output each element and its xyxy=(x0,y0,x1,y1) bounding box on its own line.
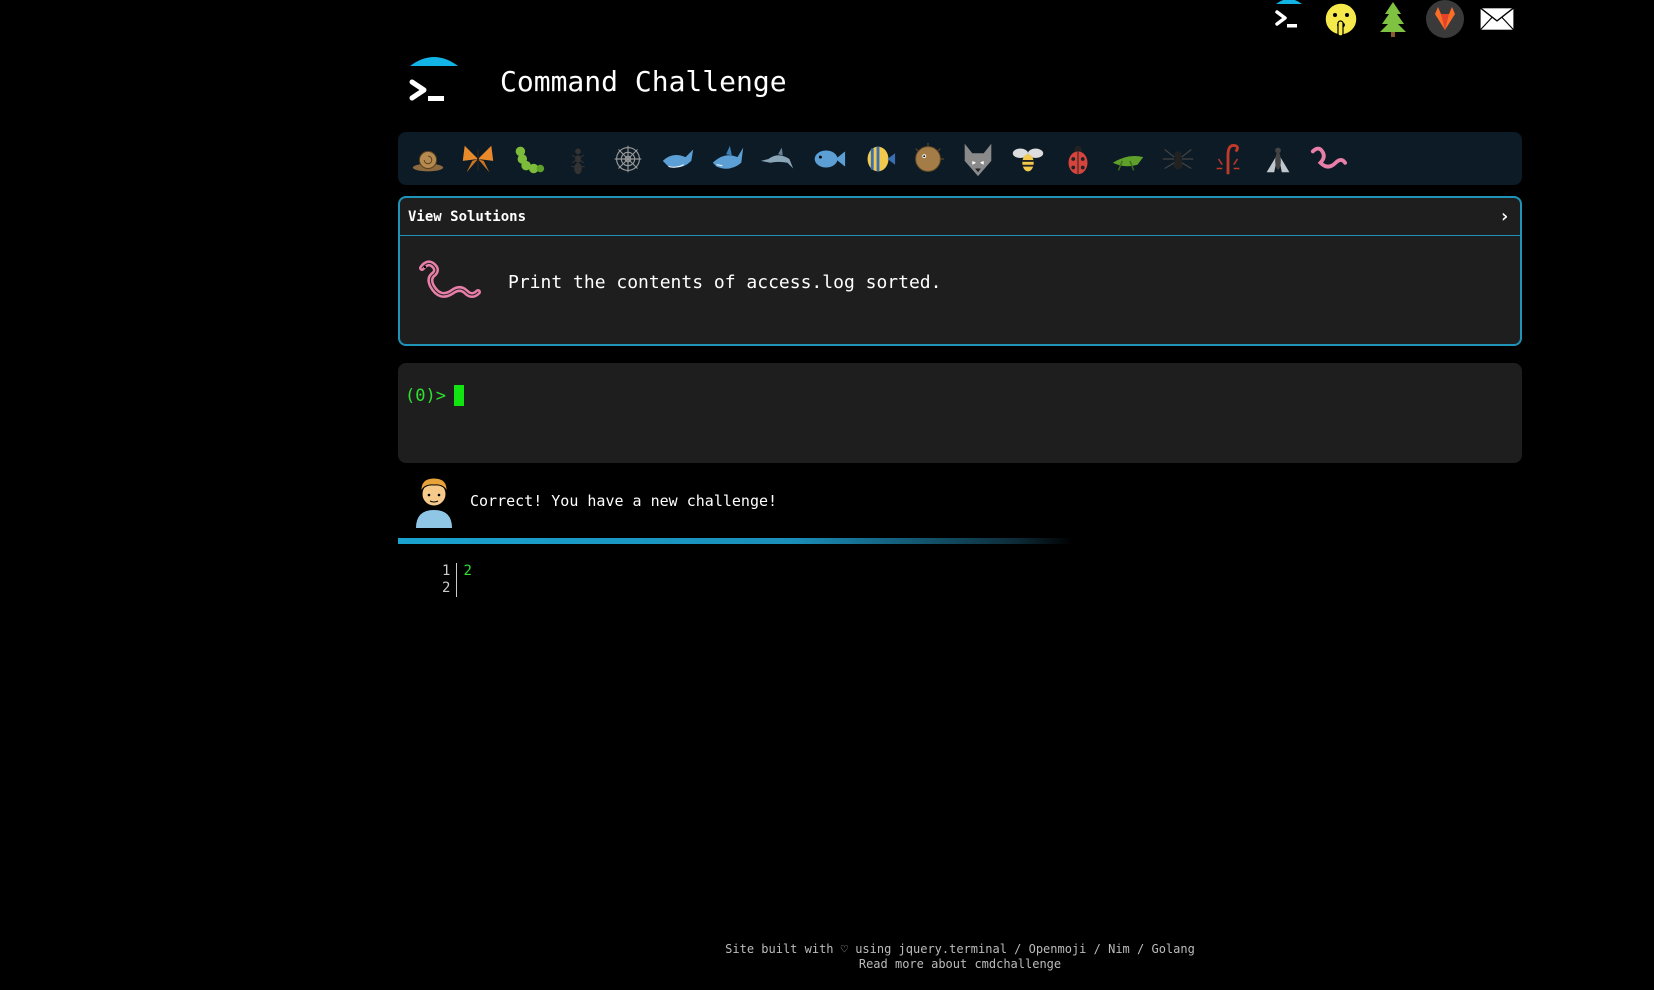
level-fish-icon[interactable] xyxy=(808,139,848,179)
level-blowfish-icon[interactable] xyxy=(908,139,948,179)
level-cricket-icon[interactable] xyxy=(1108,139,1148,179)
site-header: Command Challenge xyxy=(408,56,787,106)
terminal-cursor xyxy=(453,385,464,406)
footer-link-golang[interactable]: Golang xyxy=(1151,942,1194,956)
status-message: Correct! You have a new challenge! xyxy=(412,474,777,528)
view-solutions-toggle[interactable]: View Solutions › xyxy=(400,198,1520,236)
terminal[interactable]: (0)> xyxy=(398,363,1522,463)
level-snail-icon[interactable] xyxy=(408,139,448,179)
level-wolf-icon[interactable] xyxy=(958,139,998,179)
level-shark-icon[interactable] xyxy=(708,139,748,179)
level-worm-icon[interactable] xyxy=(1308,139,1348,179)
terminal-icon[interactable] xyxy=(1270,0,1308,38)
challenge-body: Print the contents of access.log sorted. xyxy=(400,236,1520,308)
footer-credits: Site built with ♡ using jquery.terminal … xyxy=(0,942,1654,957)
line-number: 1 xyxy=(442,563,451,579)
challenge-task: Print the contents of access.log sorted. xyxy=(508,271,942,293)
level-ant-icon[interactable] xyxy=(558,139,598,179)
prompt-text: (0)> xyxy=(405,385,446,406)
page: Command Challenge View Solutions › Print… xyxy=(0,0,1654,990)
terminal-prompt[interactable]: (0)> xyxy=(405,385,464,406)
page-title: Command Challenge xyxy=(500,64,787,98)
level-butterfly-icon[interactable] xyxy=(458,139,498,179)
level-ladybug-icon[interactable] xyxy=(1058,139,1098,179)
footer-link-nim[interactable]: Nim xyxy=(1108,942,1130,956)
output-lines: 2 xyxy=(457,563,471,597)
level-caterpillar-icon[interactable] xyxy=(508,139,548,179)
footer-read-more-link[interactable]: Read more about cmdchallenge xyxy=(859,957,1061,971)
line-number-gutter: 1 2 xyxy=(442,563,458,597)
footer-sep: / xyxy=(1086,942,1109,956)
footer-credits-prefix: Site built with ♡ using xyxy=(725,942,899,956)
footer-link-jquery-terminal[interactable]: jquery.terminal xyxy=(899,942,1007,956)
tree-icon[interactable] xyxy=(1374,0,1412,38)
footer-sep: / xyxy=(1129,942,1152,956)
top-icon-bar xyxy=(1270,0,1516,38)
worm-icon xyxy=(419,260,481,298)
footer: Site built with ♡ using jquery.terminal … xyxy=(0,942,1654,972)
gitlab-icon[interactable] xyxy=(1426,0,1464,38)
level-fly-icon[interactable] xyxy=(1258,139,1298,179)
footer-sep: / xyxy=(1006,942,1029,956)
message-text: Correct! You have a new challenge! xyxy=(470,492,778,510)
level-tropical-fish-icon[interactable] xyxy=(858,139,898,179)
progress-bar xyxy=(398,538,1522,544)
challenge-panel: View Solutions › Print the contents of a… xyxy=(398,196,1522,346)
level-whale-icon[interactable] xyxy=(658,139,698,179)
shushing-face-icon[interactable] xyxy=(1322,0,1360,38)
chevron-right-icon[interactable]: › xyxy=(1499,206,1510,227)
level-scorpion-icon[interactable] xyxy=(1208,139,1248,179)
level-spider-web-icon[interactable] xyxy=(608,139,648,179)
level-bar xyxy=(398,132,1522,185)
logo-icon[interactable] xyxy=(408,56,460,106)
person-avatar-icon xyxy=(416,477,452,528)
view-solutions-label: View Solutions xyxy=(408,208,527,225)
level-bee-icon[interactable] xyxy=(1008,139,1048,179)
level-dolphin-icon[interactable] xyxy=(758,139,798,179)
line-number: 2 xyxy=(442,580,451,596)
output-line: 2 xyxy=(463,563,472,579)
command-output: 1 2 2 xyxy=(442,563,472,597)
footer-link-openmoji[interactable]: Openmoji xyxy=(1029,942,1087,956)
level-spider-icon[interactable] xyxy=(1158,139,1198,179)
envelope-icon[interactable] xyxy=(1478,0,1516,38)
